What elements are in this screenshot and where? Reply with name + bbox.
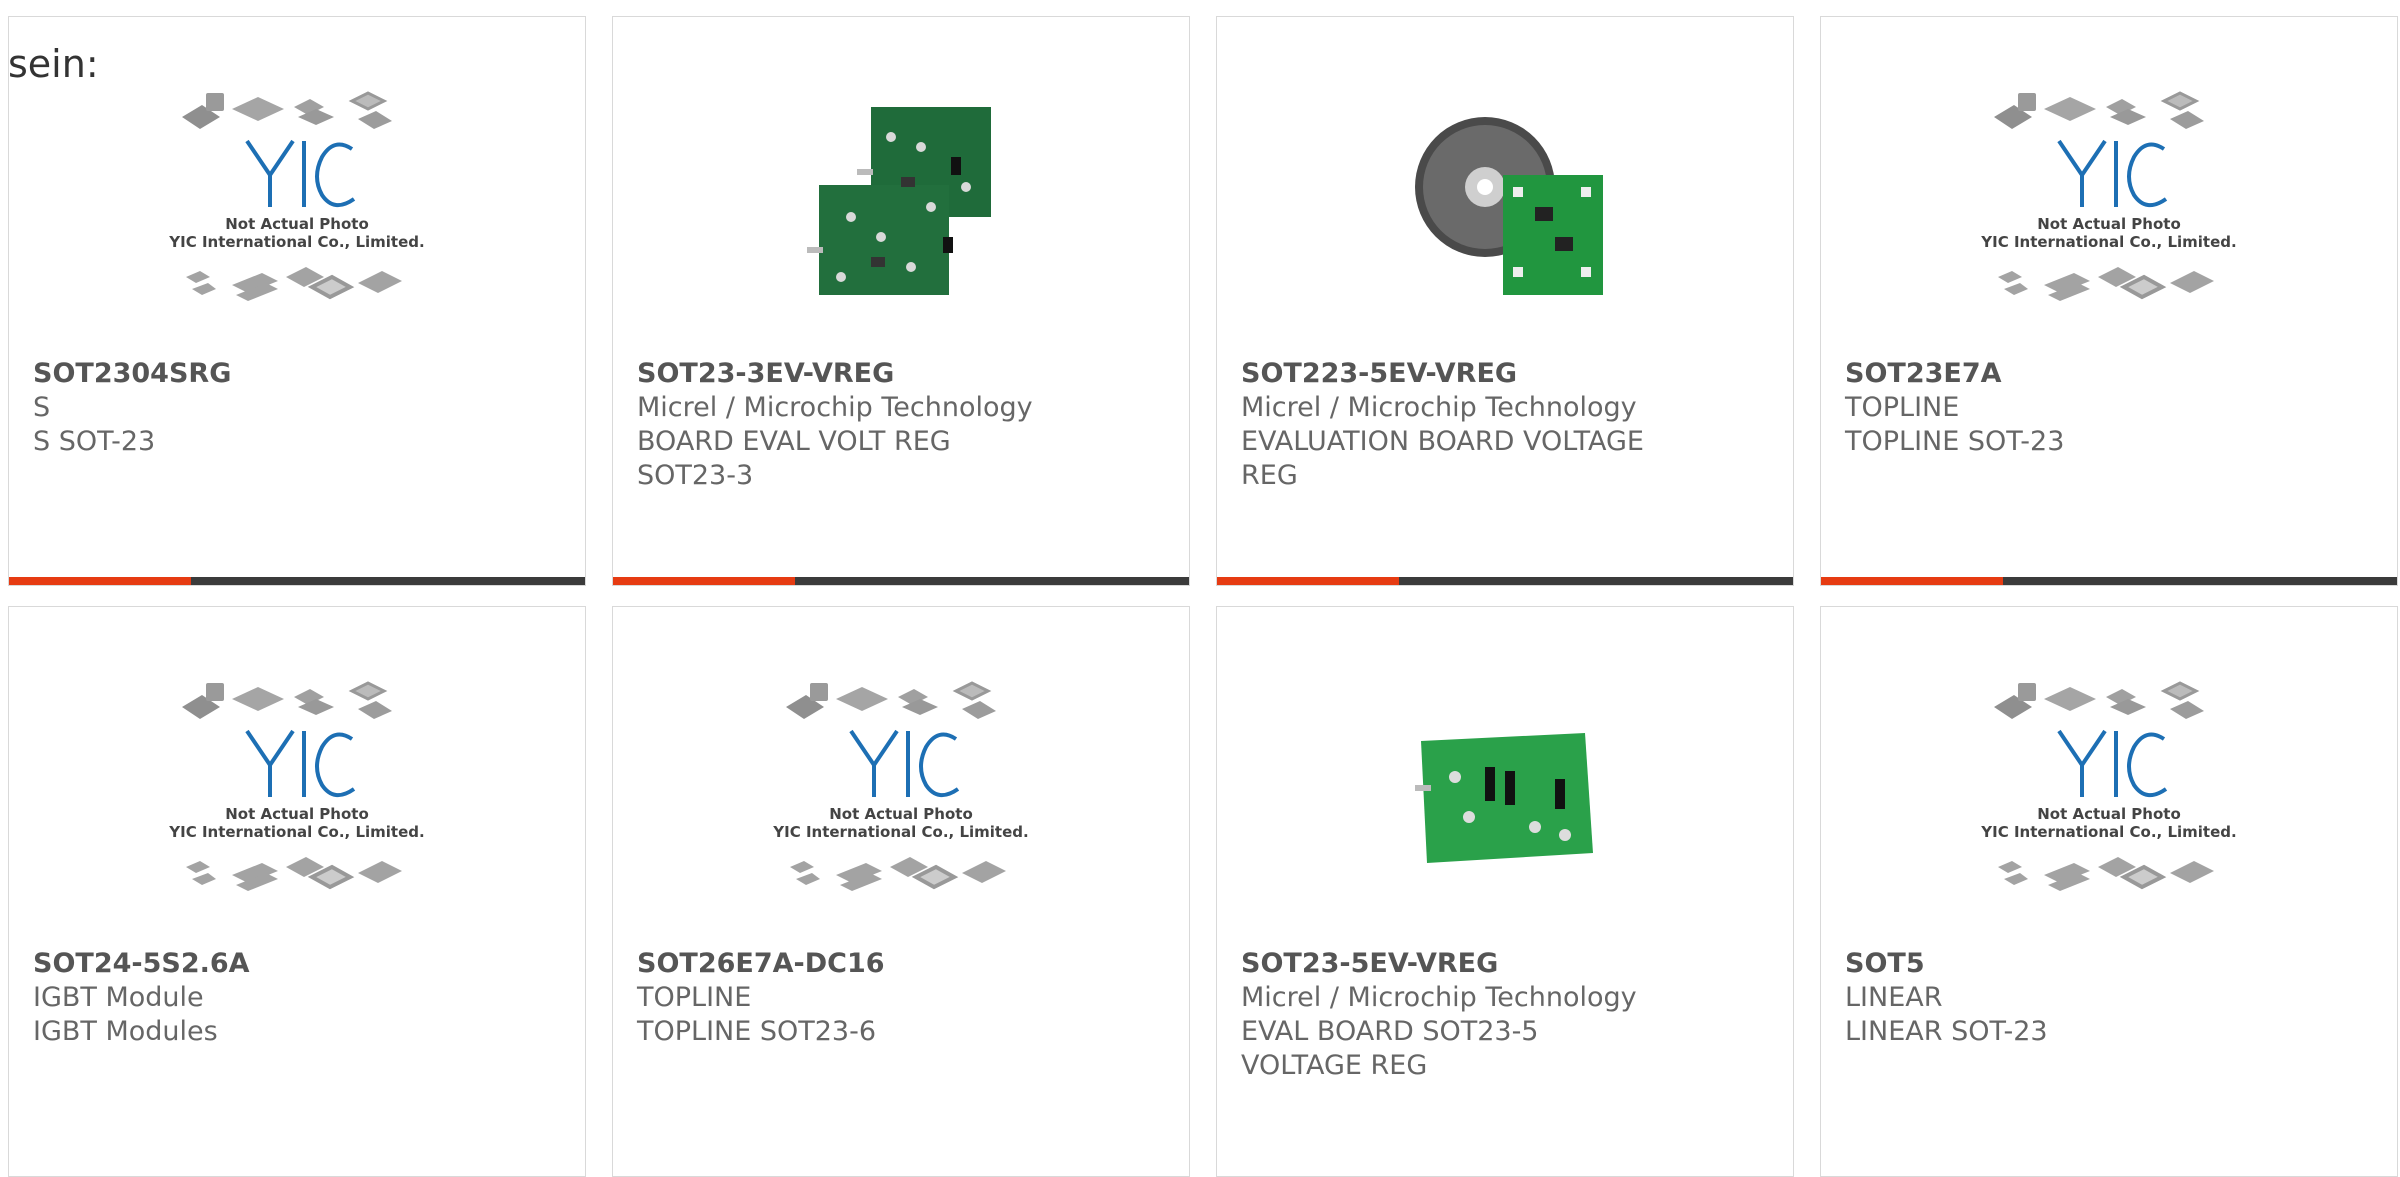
placeholder-image[interactable]: Not Actual Photo YIC International Co., … (613, 667, 1189, 907)
product-card[interactable]: Not Actual Photo YIC International Co., … (1820, 606, 2398, 1177)
description: LINEAR SOT-23 (1845, 1016, 2048, 1047)
placeholder-caption: Not Actual Photo (225, 215, 369, 233)
placeholder-image[interactable]: Not Actual Photo YIC International Co., … (1821, 667, 2397, 907)
part-number[interactable]: SOT223-5EV-VREG (1241, 357, 1769, 391)
part-number[interactable]: SOT5 (1845, 947, 2373, 981)
placeholder-company: YIC International Co., Limited. (1980, 823, 2236, 841)
manufacturer: Micrel / Microchip Technology (1241, 982, 1637, 1013)
manufacturer: Micrel / Microchip Technology (1241, 392, 1637, 423)
logo-y (245, 139, 295, 179)
description: S SOT-23 (33, 426, 156, 457)
product-image[interactable] (1217, 77, 1793, 317)
manufacturer: S (33, 392, 51, 423)
part-number[interactable]: SOT23-3EV-VREG (637, 357, 1165, 391)
intro-text: sein: (8, 42, 99, 86)
product-card[interactable]: SOT223-5EV-VREG Micrel / Microchip Techno… (1216, 16, 1794, 586)
logo-y (2057, 729, 2107, 769)
manufacturer: Micrel / Microchip Technology (637, 392, 1033, 423)
card-accent (9, 577, 191, 585)
product-card[interactable]: Not Actual Photo YIC International Co., … (8, 606, 586, 1177)
part-number[interactable]: SOT26E7A-DC16 (637, 947, 1165, 981)
description: TOPLINE SOT-23 (1845, 426, 2065, 457)
card-underline (613, 577, 1189, 585)
placeholder-company: YIC International Co., Limited. (772, 823, 1028, 841)
description: EVAL BOARD SOT23-5 VOLTAGE REG (1241, 1016, 1539, 1081)
placeholder-image[interactable]: Not Actual Photo YIC International Co., … (9, 667, 585, 907)
logo-y (849, 729, 899, 769)
placeholder-image[interactable]: Not Actual Photo YIC International Co., … (1821, 77, 2397, 317)
card-accent (1821, 577, 2003, 585)
card-accent (613, 577, 795, 585)
product-card[interactable]: SOT23-3EV-VREG Micrel / Microchip Technol… (612, 16, 1190, 586)
product-card[interactable]: Not Actual Photo YIC International Co., … (8, 16, 586, 586)
placeholder-caption: Not Actual Photo (225, 805, 369, 823)
logo-y (245, 729, 295, 769)
placeholder-company: YIC International Co., Limited. (1980, 233, 2236, 251)
manufacturer: LINEAR (1845, 982, 1943, 1013)
manufacturer: TOPLINE (1845, 392, 1960, 423)
placeholder-company: YIC International Co., Limited. (168, 823, 424, 841)
part-number[interactable]: SOT23-5EV-VREG (1241, 947, 1769, 981)
part-number[interactable]: SOT2304SRG (33, 357, 561, 391)
placeholder-company: YIC International Co., Limited. (168, 233, 424, 251)
product-card[interactable]: Not Actual Photo YIC International Co., … (612, 606, 1190, 1177)
description: TOPLINE SOT23-6 (637, 1016, 877, 1047)
logo-y (2057, 139, 2107, 179)
description: IGBT Modules (33, 1016, 218, 1047)
manufacturer: TOPLINE (637, 982, 752, 1013)
description: EVALUATION BOARD VOLTAGE REG (1241, 426, 1644, 491)
manufacturer: IGBT Module (33, 982, 204, 1013)
card-underline (1821, 577, 2397, 585)
placeholder-caption: Not Actual Photo (829, 805, 973, 823)
card-accent (1217, 577, 1399, 585)
product-card[interactable]: SOT23-5EV-VREG Micrel / Microchip Technol… (1216, 606, 1794, 1177)
placeholder-image[interactable]: Not Actual Photo YIC International Co., … (9, 77, 585, 317)
part-number[interactable]: SOT23E7A (1845, 357, 2373, 391)
placeholder-caption: Not Actual Photo (2037, 805, 2181, 823)
placeholder-caption: Not Actual Photo (2037, 215, 2181, 233)
product-card[interactable]: Not Actual Photo YIC International Co., … (1820, 16, 2398, 586)
product-image[interactable] (613, 77, 1189, 317)
card-underline (1217, 577, 1793, 585)
product-image[interactable] (1217, 667, 1793, 907)
part-number[interactable]: SOT24-5S2.6A (33, 947, 561, 981)
description: BOARD EVAL VOLT REG SOT23-3 (637, 426, 951, 491)
card-underline (9, 577, 585, 585)
